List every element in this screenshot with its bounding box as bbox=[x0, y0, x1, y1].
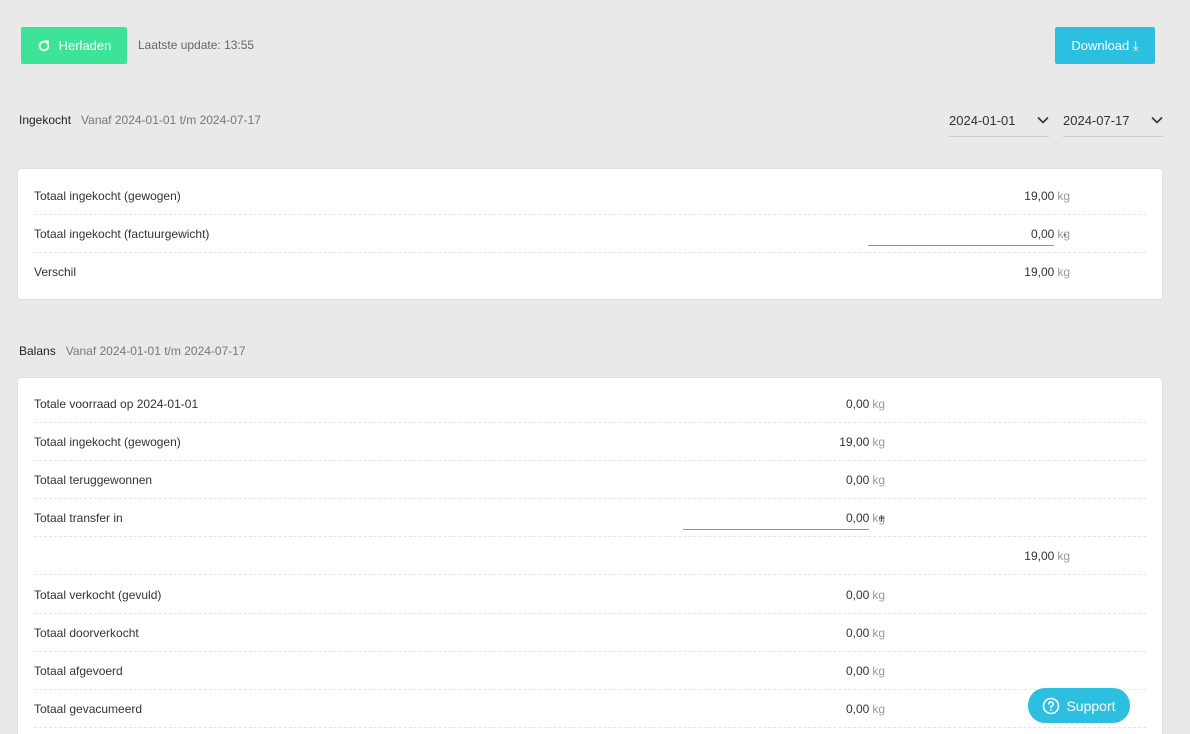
row-value: 0,00 kg bbox=[845, 702, 885, 716]
last-update-text: Laatste update: 13:55 bbox=[138, 38, 255, 52]
reload-button[interactable]: Herladen bbox=[21, 27, 127, 64]
table-row: Totaal ingekocht (factuurgewicht) 0,00 kg… bbox=[34, 215, 1146, 253]
row-label: Totaal ingekocht (gewogen) bbox=[34, 435, 181, 449]
row-value: 19,00 kg bbox=[1024, 189, 1070, 203]
support-button[interactable]: Support bbox=[1028, 688, 1130, 723]
table-row: Totaal afgevoerd 0,00 kg bbox=[34, 652, 1146, 690]
reload-label: Herladen bbox=[58, 38, 112, 53]
row-value: 19,00 kg bbox=[1024, 265, 1070, 279]
from-date-select[interactable]: 2024-01-01 bbox=[949, 104, 1049, 137]
chevron-down-icon bbox=[1037, 116, 1049, 124]
help-circle-icon bbox=[1043, 697, 1060, 714]
table-row: Totaal ingekocht (gewogen) 19,00 kg bbox=[34, 423, 1146, 461]
row-label: Totale voorraad op 2024-01-01 bbox=[34, 397, 199, 411]
table-row: Totaal teruggewonnen 0,00 kg bbox=[34, 461, 1146, 499]
row-value: 0,00 kg bbox=[845, 664, 885, 678]
row-label: Totaal doorverkocht bbox=[34, 626, 139, 640]
table-row: Totale voorraad op 2024-01-01 0,00 kg bbox=[34, 385, 1146, 423]
refresh-icon bbox=[38, 39, 49, 51]
table-row: Totaal gevacumeerd 0,00 kg bbox=[34, 690, 1146, 728]
from-date-value: 2024-01-01 bbox=[949, 112, 1016, 128]
row-label: Totaal afgevoerd bbox=[34, 664, 123, 678]
table-row: Totaal doorverkocht 0,00 kg bbox=[34, 614, 1146, 652]
support-label: Support bbox=[1066, 697, 1116, 714]
to-date-select[interactable]: 2024-07-17 bbox=[1063, 104, 1163, 137]
row-label: Totaal teruggewonnen bbox=[34, 473, 153, 487]
row-value: 0,00 kg bbox=[845, 588, 885, 602]
row-value: 19,00 kg bbox=[839, 435, 885, 449]
table-row: Totaal ingekocht (gewogen) 19,00 kg bbox=[34, 177, 1146, 215]
table-row: 19,00 kg bbox=[34, 537, 1146, 575]
table-row: Totaal verkocht (gevuld) 0,00 kg bbox=[34, 576, 1146, 614]
page: Herladen Laatste update: 13:55 Download … bbox=[0, 0, 1190, 734]
row-value: 0,00 kg bbox=[845, 511, 885, 525]
row-label: Totaal transfer in bbox=[34, 511, 123, 525]
table-row: Totaal transfer in 0,00 kg + bbox=[34, 499, 1146, 537]
row-label: Totaal verkocht (gevuld) bbox=[34, 588, 162, 602]
plus-operator: + bbox=[878, 511, 886, 525]
row-value: 0,00 kg bbox=[1030, 227, 1070, 241]
row-label: Totaal ingekocht (factuurgewicht) bbox=[34, 227, 210, 241]
table-row: Verschil 19,00 kg bbox=[34, 253, 1146, 291]
purchased-title: Ingekocht bbox=[19, 113, 72, 127]
subtotal-line bbox=[683, 529, 869, 530]
row-label: Verschil bbox=[34, 265, 77, 279]
row-value: 0,00 kg bbox=[845, 626, 885, 640]
balance-title: Balans bbox=[19, 344, 56, 358]
purchased-range: Vanaf 2024-01-01 t/m 2024-07-17 bbox=[81, 113, 261, 127]
minus-operator: - bbox=[1063, 227, 1067, 241]
subtotal-line bbox=[868, 245, 1054, 246]
download-button[interactable]: Download ⤓ bbox=[1055, 27, 1155, 64]
row-value: 19,00 kg bbox=[1024, 549, 1070, 563]
purchased-section-title: Ingekocht Vanaf 2024-01-01 t/m 2024-07-17 bbox=[19, 113, 261, 127]
balance-range: Vanaf 2024-01-01 t/m 2024-07-17 bbox=[65, 344, 246, 358]
chevron-down-icon bbox=[1151, 116, 1163, 124]
row-label: Totaal gevacumeerd bbox=[34, 702, 143, 716]
balance-card: Totale voorraad op 2024-01-01 0,00 kg Tot… bbox=[17, 377, 1163, 734]
to-date-value: 2024-07-17 bbox=[1063, 112, 1130, 128]
purchased-card: Totaal ingekocht (gewogen) 19,00 kg Totaa… bbox=[17, 168, 1163, 300]
row-value: 0,00 kg bbox=[845, 473, 885, 487]
row-value: 0,00 kg bbox=[845, 397, 885, 411]
row-label: Totaal ingekocht (gewogen) bbox=[34, 189, 181, 203]
balance-section-title: Balans Vanaf 2024-01-01 t/m 2024-07-17 bbox=[19, 344, 246, 358]
